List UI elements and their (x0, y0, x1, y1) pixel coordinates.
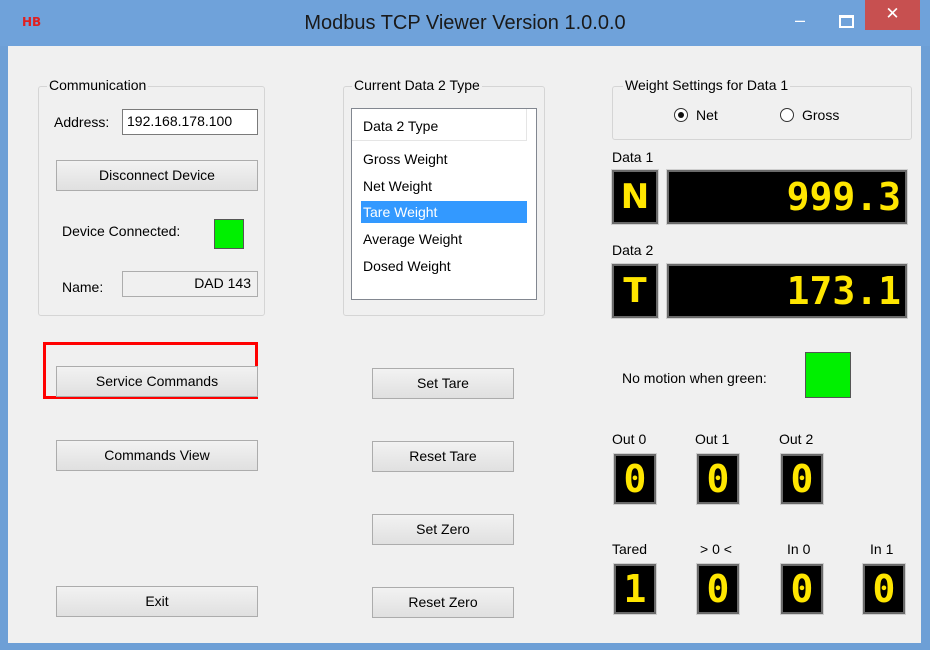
tared-display: 1 (613, 563, 657, 615)
data2-type-list[interactable]: Data 2 Type Gross Weight Net Weight Tare… (351, 108, 537, 300)
out1-display: 0 (696, 453, 740, 505)
data1-type-display: N (611, 169, 659, 225)
list-item-dosed-weight[interactable]: Dosed Weight (361, 255, 527, 277)
weight-settings-legend: Weight Settings for Data 1 (623, 77, 791, 93)
out0-label: Out 0 (612, 431, 647, 447)
gross-radio-label[interactable]: Gross (802, 107, 839, 123)
data2-type-display: T (611, 263, 659, 319)
data2-type-column-header[interactable]: Data 2 Type (352, 109, 526, 141)
disconnect-device-button[interactable]: Disconnect Device (56, 160, 258, 191)
net-radio-label[interactable]: Net (696, 107, 718, 123)
device-connected-indicator (214, 219, 244, 249)
app-window: HB Modbus TCP Viewer Version 1.0.0.0 – ✕… (0, 0, 930, 650)
weight-settings-group: Weight Settings for Data 1 (612, 77, 912, 140)
service-commands-button[interactable]: Service Commands (56, 366, 258, 397)
in1-display: 0 (862, 563, 906, 615)
maximize-button[interactable] (835, 10, 857, 32)
zero-band-label: > 0 < (700, 541, 732, 557)
list-item-average-weight[interactable]: Average Weight (361, 228, 527, 250)
no-motion-indicator (805, 352, 851, 398)
set-zero-button[interactable]: Set Zero (372, 514, 514, 545)
close-button[interactable]: ✕ (865, 0, 920, 30)
column-divider (526, 109, 527, 141)
out1-label: Out 1 (695, 431, 730, 447)
no-motion-label: No motion when green: (622, 370, 767, 386)
radio-selected-dot (678, 112, 684, 118)
out2-display: 0 (780, 453, 824, 505)
list-item-tare-weight[interactable]: Tare Weight (361, 201, 527, 223)
out0-display: 0 (613, 453, 657, 505)
commands-view-button[interactable]: Commands View (56, 440, 258, 471)
data2-value-display: 173.1 (666, 263, 908, 319)
maximize-icon (839, 15, 854, 28)
in0-display: 0 (780, 563, 824, 615)
name-label: Name: (62, 279, 104, 295)
reset-tare-button[interactable]: Reset Tare (372, 441, 514, 472)
title-bar[interactable]: HB Modbus TCP Viewer Version 1.0.0.0 – ✕ (0, 0, 930, 46)
net-radio[interactable] (674, 108, 688, 122)
device-name-field: DAD 143 (122, 271, 258, 297)
list-item-net-weight[interactable]: Net Weight (361, 175, 527, 197)
exit-button[interactable]: Exit (56, 586, 258, 617)
address-label: Address: (54, 114, 110, 130)
in1-label: In 1 (870, 541, 894, 557)
communication-legend: Communication (47, 77, 149, 93)
reset-zero-button[interactable]: Reset Zero (372, 587, 514, 618)
data2-label: Data 2 (612, 242, 654, 258)
list-item-gross-weight[interactable]: Gross Weight (361, 148, 527, 170)
data2-type-legend: Current Data 2 Type (352, 77, 482, 93)
data1-label: Data 1 (612, 149, 654, 165)
minimize-button[interactable]: – (789, 10, 811, 32)
tared-label: Tared (612, 541, 648, 557)
address-input[interactable]: 192.168.178.100 (122, 109, 258, 135)
in0-label: In 0 (787, 541, 811, 557)
gross-radio[interactable] (780, 108, 794, 122)
data1-value-display: 999.3 (666, 169, 908, 225)
device-connected-label: Device Connected: (62, 223, 181, 239)
set-tare-button[interactable]: Set Tare (372, 368, 514, 399)
zero-band-display: 0 (696, 563, 740, 615)
client-area: Communication Address: 192.168.178.100 D… (8, 46, 921, 643)
out2-label: Out 2 (779, 431, 814, 447)
